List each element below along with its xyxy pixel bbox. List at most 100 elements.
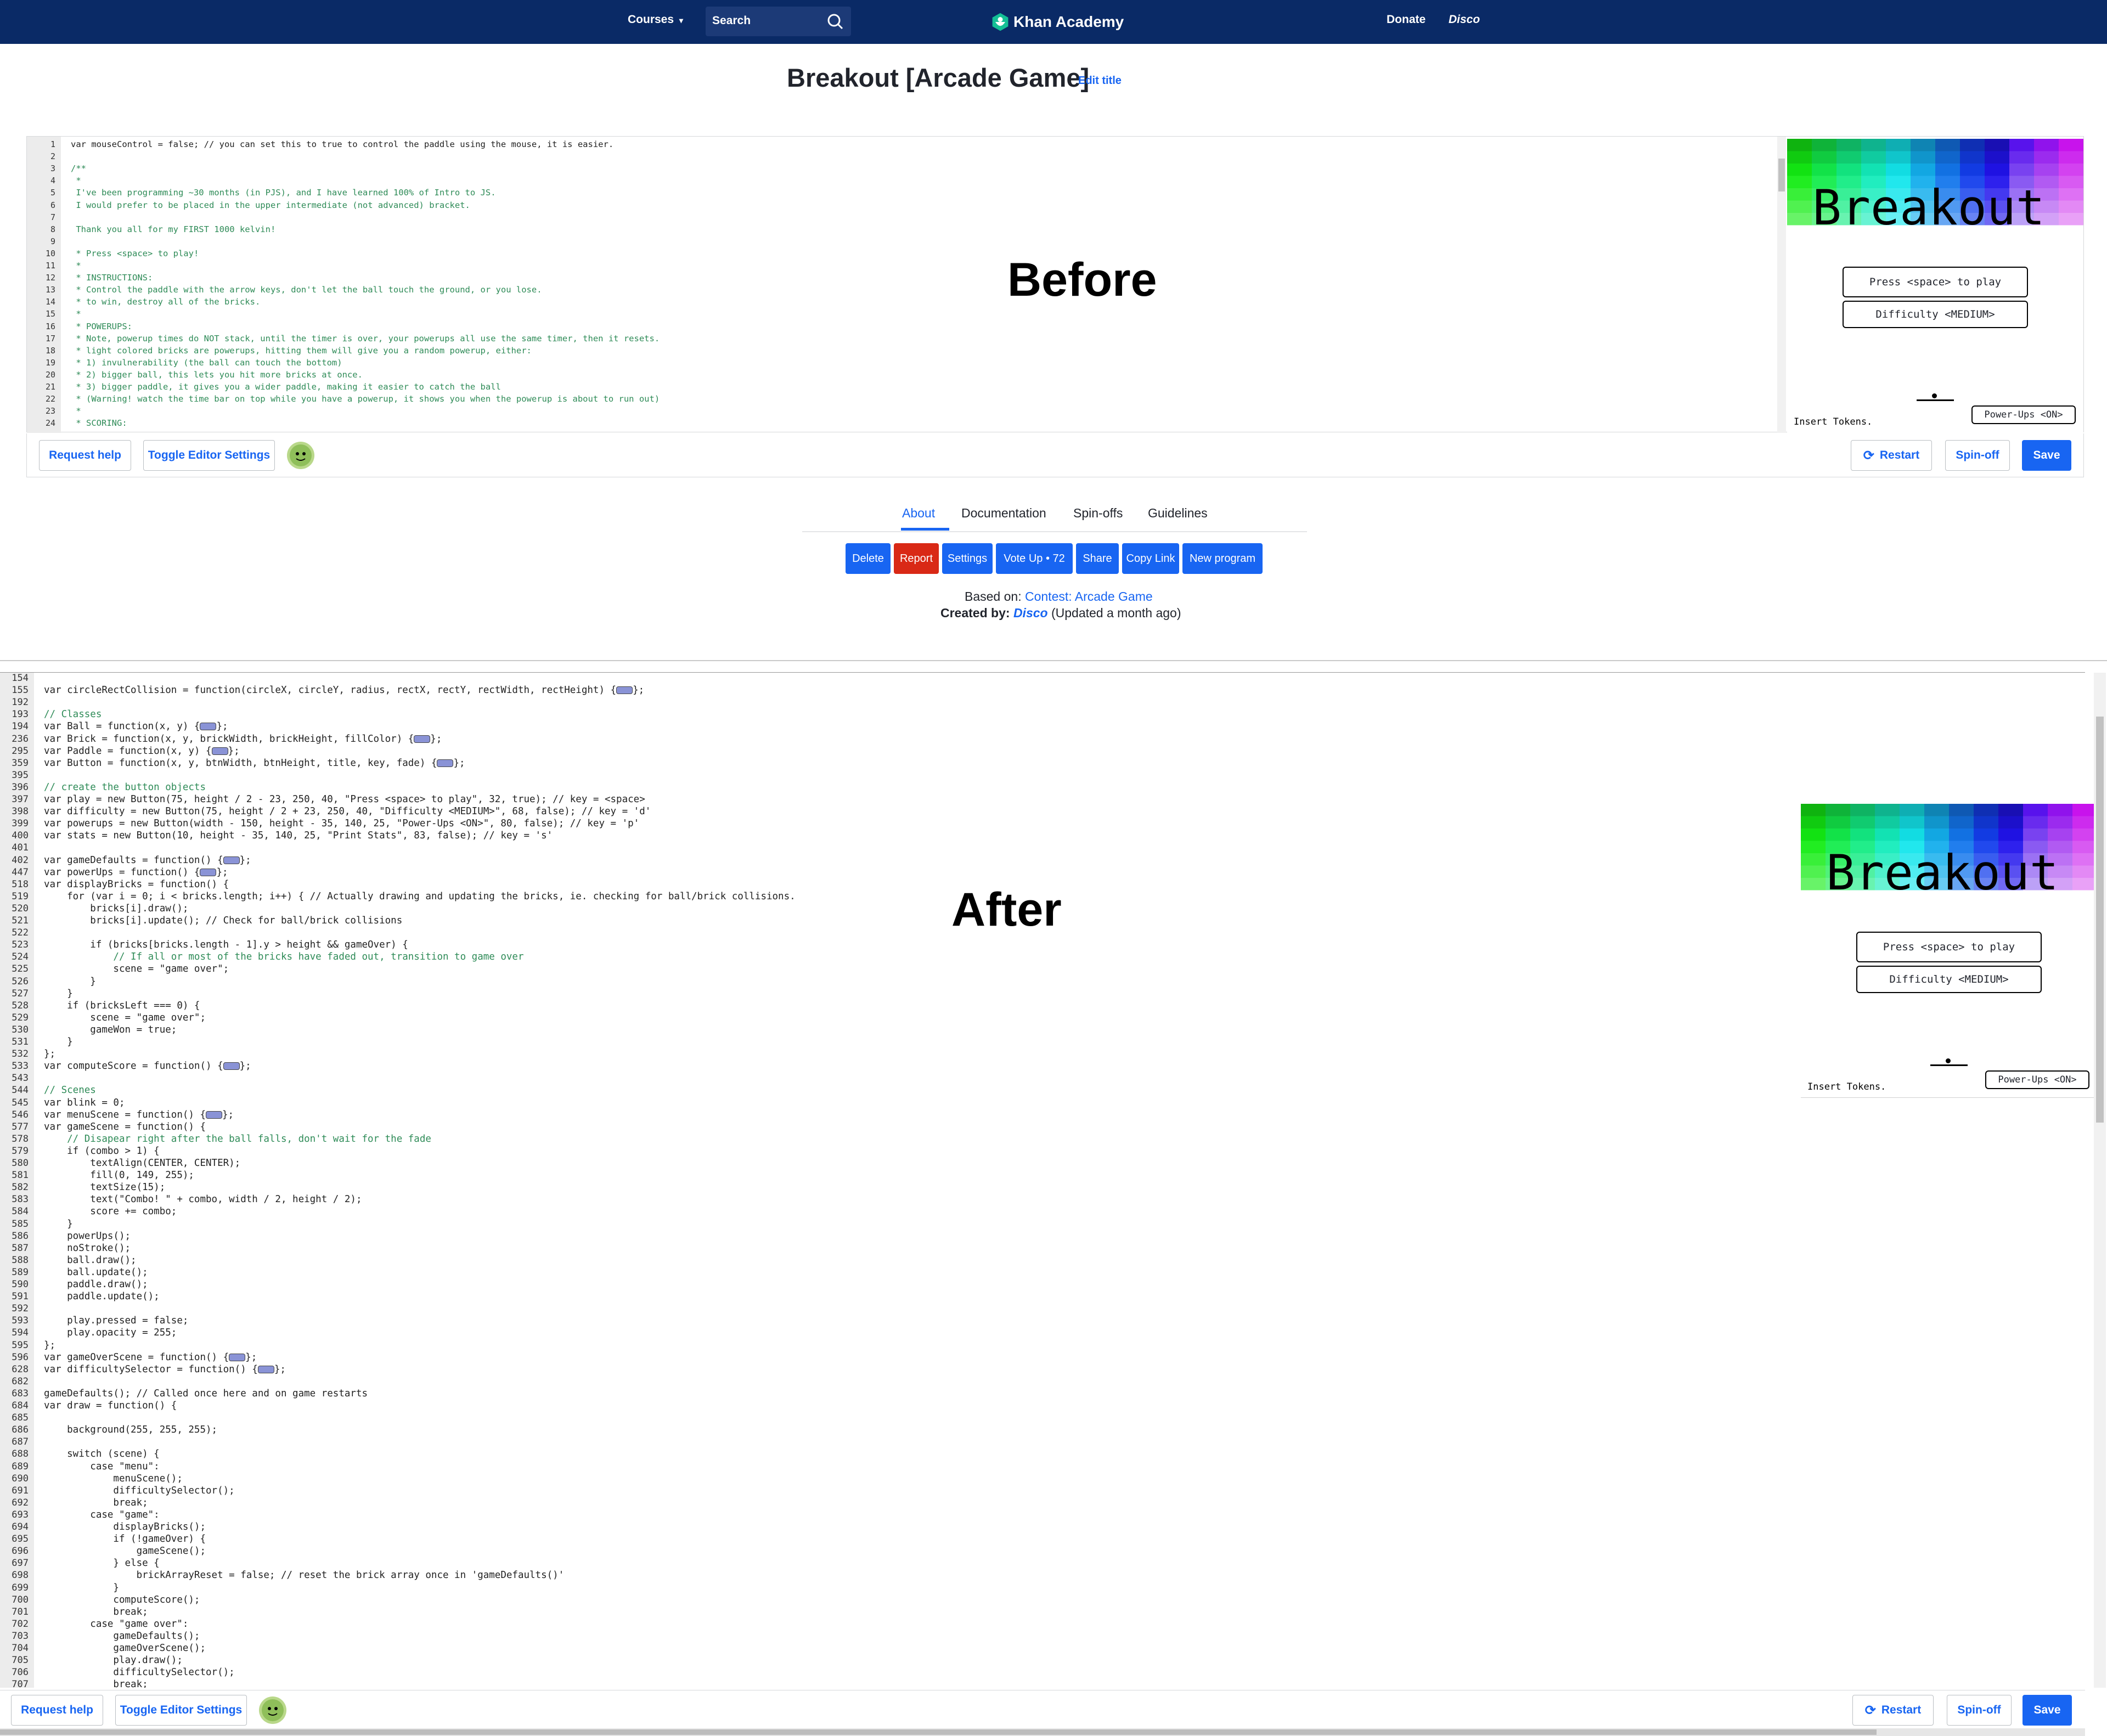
- brick: [1787, 213, 1812, 226]
- code-line: // If all or most of the bricks have fad…: [44, 951, 524, 963]
- brick: [2034, 139, 2059, 151]
- line-number: 8: [50, 224, 55, 234]
- spinoff-button[interactable]: Spin-off: [1945, 440, 2010, 471]
- restart-button[interactable]: ⟳ Restart: [1851, 440, 1932, 471]
- code-line: }: [44, 1218, 73, 1230]
- folded-block-icon[interactable]: [437, 759, 454, 767]
- based-on-link[interactable]: Contest: Arcade Game: [1025, 589, 1153, 604]
- line-number: 694: [12, 1521, 29, 1532]
- folded-block-icon[interactable]: [223, 856, 240, 864]
- avatar[interactable]: [287, 442, 314, 469]
- powerups-button[interactable]: Power-Ups <ON>: [1971, 405, 2076, 424]
- line-number: 23: [45, 406, 55, 416]
- tab-guidelines[interactable]: Guidelines: [1148, 506, 1208, 521]
- line-number: 2: [50, 151, 55, 162]
- folded-block-icon[interactable]: [223, 1062, 240, 1070]
- line-number: 5: [50, 188, 55, 198]
- folded-block-icon[interactable]: [257, 1365, 274, 1373]
- editor-scrollbar[interactable]: [1777, 137, 1786, 433]
- code-line: }: [44, 976, 96, 987]
- line-number: 581: [12, 1170, 29, 1181]
- game-canvas-before[interactable]: Breakout Press <space> to play Difficult…: [1787, 137, 2083, 433]
- line-number: 704: [12, 1643, 29, 1654]
- play-button[interactable]: Press <space> to play: [1856, 932, 2042, 962]
- line-number: 399: [12, 818, 29, 830]
- line-number: 590: [12, 1279, 29, 1290]
- donate-link[interactable]: Donate: [1387, 13, 1426, 26]
- folded-block-icon[interactable]: [616, 686, 633, 695]
- spinoff-button[interactable]: Spin-off: [1947, 1695, 2012, 1726]
- code-line: break;: [44, 1497, 148, 1508]
- line-number: 522: [12, 927, 29, 939]
- scrollbar-thumb[interactable]: [1778, 159, 1785, 191]
- avatar[interactable]: [259, 1696, 286, 1724]
- line-number: 295: [12, 745, 29, 757]
- scrollbar-thumb[interactable]: [0, 1729, 1877, 1735]
- brick: [1850, 816, 1875, 828]
- line-number: 17: [45, 333, 55, 343]
- tab-about[interactable]: About: [902, 506, 935, 521]
- code-line: }: [44, 1036, 73, 1047]
- delete-button[interactable]: Delete: [846, 543, 891, 574]
- brick: [1836, 164, 1861, 176]
- save-button[interactable]: Save: [2022, 440, 2071, 471]
- scrollbar-thumb[interactable]: [2096, 717, 2104, 1123]
- folded-block-icon[interactable]: [414, 735, 431, 743]
- line-number: 595: [12, 1339, 29, 1351]
- user-menu[interactable]: Disco: [1449, 13, 1480, 26]
- code-line: * (Warning! watch the time bar on top wh…: [71, 394, 660, 404]
- brick: [2009, 139, 2034, 151]
- brick: [1900, 828, 1924, 841]
- page-scrollbar[interactable]: [2094, 673, 2106, 1688]
- horizontal-scrollbar[interactable]: [0, 1728, 2085, 1736]
- line-number: 154: [12, 673, 29, 684]
- brick: [1924, 828, 1949, 841]
- report-button[interactable]: Report: [894, 543, 939, 574]
- line-number: 11: [45, 261, 55, 270]
- creator-link[interactable]: Disco: [1013, 606, 1048, 620]
- restart-button[interactable]: ⟳ Restart: [1852, 1695, 1934, 1726]
- new-program-button[interactable]: New program: [1182, 543, 1263, 574]
- tab-spinoffs[interactable]: Spin-offs: [1073, 506, 1123, 521]
- toggle-editor-settings-button[interactable]: Toggle Editor Settings: [115, 1695, 247, 1726]
- folded-block-icon[interactable]: [211, 747, 228, 755]
- code-line: score += combo;: [44, 1206, 177, 1218]
- folded-block-icon[interactable]: [229, 1353, 246, 1361]
- insert-tokens-text: Insert Tokens.: [1794, 416, 1873, 427]
- brick: [1875, 804, 1900, 816]
- save-button[interactable]: Save: [2023, 1695, 2072, 1726]
- code-area[interactable]: var mouseControl = false; // you can set…: [71, 137, 1799, 433]
- share-button[interactable]: Share: [1076, 543, 1119, 574]
- code-line: }: [44, 1582, 119, 1593]
- code-line: break;: [44, 1606, 148, 1617]
- play-button[interactable]: Press <space> to play: [1843, 267, 2028, 297]
- copy-link-button[interactable]: Copy Link: [1122, 543, 1179, 574]
- search-icon[interactable]: [826, 13, 844, 30]
- brick: [1924, 816, 1949, 828]
- khan-academy-logo[interactable]: Khan Academy: [990, 10, 1128, 34]
- vote-up-button[interactable]: Vote Up • 72: [996, 543, 1073, 574]
- request-help-button[interactable]: Request help: [11, 1695, 103, 1726]
- folded-block-icon[interactable]: [200, 723, 217, 731]
- settings-button[interactable]: Settings: [942, 543, 993, 574]
- code-line: * light colored bricks are powerups, hit…: [71, 345, 532, 356]
- folded-block-icon[interactable]: [200, 868, 217, 876]
- code-line: var gameOverScene = function() {};: [44, 1351, 257, 1363]
- tab-documentation[interactable]: Documentation: [961, 506, 1046, 521]
- difficulty-button[interactable]: Difficulty <MEDIUM>: [1856, 966, 2042, 993]
- request-help-button[interactable]: Request help: [39, 440, 131, 471]
- courses-menu[interactable]: Courses ▾: [628, 13, 683, 26]
- folded-block-icon[interactable]: [206, 1111, 223, 1119]
- difficulty-button[interactable]: Difficulty <MEDIUM>: [1843, 301, 2028, 328]
- powerups-button[interactable]: Power-Ups <ON>: [1985, 1070, 2089, 1089]
- search-input[interactable]: [712, 13, 816, 29]
- code-line: case "menu":: [44, 1461, 160, 1472]
- edit-title-link[interactable]: Edit title: [1078, 75, 1122, 87]
- brick: [1801, 878, 1826, 890]
- line-number: 14: [45, 297, 55, 307]
- code-line: };: [44, 1339, 56, 1351]
- toggle-editor-settings-button[interactable]: Toggle Editor Settings: [143, 440, 275, 471]
- code-area[interactable]: var circleRectCollision = function(circl…: [44, 673, 1800, 1688]
- game-canvas-after[interactable]: Breakout Press <space> to play Difficult…: [1801, 802, 2097, 1098]
- code-line: background(255, 255, 255);: [44, 1424, 218, 1436]
